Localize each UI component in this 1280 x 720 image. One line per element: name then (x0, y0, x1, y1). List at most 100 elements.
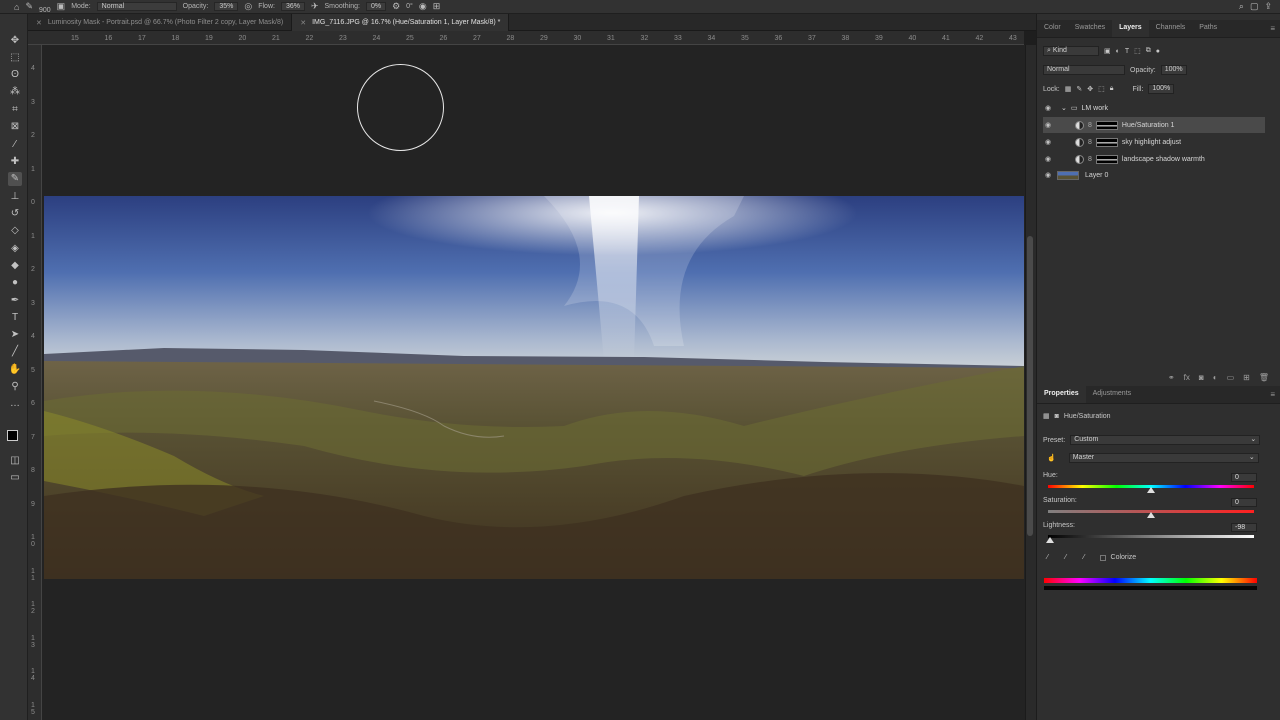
visibility-eye-icon[interactable]: ◉ (1043, 104, 1053, 112)
chain-link-icon[interactable]: 8 (1088, 156, 1092, 163)
mask-icon[interactable]: ◙ (1055, 413, 1059, 420)
foreground-color-swatch[interactable] (7, 430, 18, 441)
quick-selection-tool-icon[interactable]: ⁂ (8, 85, 22, 99)
hue-slider-handle[interactable] (1147, 487, 1155, 493)
saturation-value-field[interactable]: 0 (1231, 498, 1257, 507)
chain-link-icon[interactable]: 8 (1088, 139, 1092, 146)
type-tool-icon[interactable]: T (8, 311, 22, 325)
dodge-tool-icon[interactable]: ● (8, 276, 22, 290)
layer-opacity-field[interactable]: 100% (1160, 65, 1187, 75)
close-icon[interactable]: ✕ (36, 19, 42, 27)
panel-menu-icon[interactable]: ≡ (1270, 390, 1275, 399)
lock-artboard-icon[interactable]: ⬚ (1098, 85, 1105, 93)
layer-mask-thumbnail[interactable] (1095, 137, 1118, 147)
new-group-icon[interactable]: ▭ (1227, 373, 1235, 382)
opacity-field[interactable]: 35% (214, 2, 239, 11)
layer-mask-thumbnail[interactable] (1095, 154, 1118, 164)
filter-type-icon[interactable]: T (1125, 48, 1129, 55)
add-mask-icon[interactable]: ◙ (1199, 373, 1204, 382)
marquee-tool-icon[interactable]: ⬚ (8, 51, 22, 65)
more-tools-icon[interactable]: … (8, 397, 22, 411)
trash-icon[interactable]: 🗑︎ (1259, 373, 1269, 382)
visibility-eye-icon[interactable]: ◉ (1043, 171, 1053, 179)
path-selection-tool-icon[interactable]: ➤ (8, 328, 22, 342)
new-layer-icon[interactable]: ⊞ (1243, 373, 1250, 382)
history-brush-tool-icon[interactable]: ↺ (8, 207, 22, 221)
filter-smart-object-icon[interactable]: ⧉ (1146, 47, 1151, 55)
new-adjustment-icon[interactable]: ◐ (1213, 373, 1218, 382)
hue-value-field[interactable]: 0 (1231, 473, 1257, 482)
layer-sky-highlight-adjust[interactable]: ◉ 8 sky highlight adjust (1043, 134, 1265, 150)
fx-icon[interactable]: fx (1184, 373, 1190, 382)
blur-tool-icon[interactable]: ◆ (8, 259, 22, 273)
preset-select[interactable]: Custom ⌄ (1070, 435, 1261, 445)
filter-pixel-icon[interactable]: ▣ (1104, 47, 1111, 55)
home-icon[interactable]: ⌂ (14, 2, 19, 12)
smoothing-field[interactable]: 0% (365, 2, 387, 11)
layer-group-lm-work[interactable]: ◉ ⌄ ▭ LM work (1043, 100, 1265, 116)
channel-select[interactable]: Master ⌄ (1068, 453, 1259, 463)
eraser-tool-icon[interactable]: ◇ (8, 224, 22, 238)
symmetry-icon[interactable]: ⊞ (433, 1, 441, 12)
targeted-adjustment-hand-icon[interactable]: ☝ (1047, 454, 1056, 462)
angle-field[interactable]: 0° (406, 3, 413, 10)
scrollbar-thumb[interactable] (1027, 236, 1033, 536)
visibility-eye-icon[interactable]: ◉ (1043, 121, 1053, 129)
lock-transparent-icon[interactable]: ▦ (1065, 85, 1072, 93)
lock-position-icon[interactable]: ✥ (1087, 85, 1093, 93)
tab-img-7116[interactable]: ✕ IMG_7116.JPG @ 16.7% (Hue/Saturation 1… (292, 14, 510, 31)
tab-paths[interactable]: Paths (1192, 19, 1224, 37)
filter-toggle-icon[interactable]: ● (1156, 48, 1160, 55)
link-layers-icon[interactable]: ⚭ (1168, 373, 1175, 382)
eyedropper-minus-icon[interactable]: ⁄ (1083, 554, 1084, 561)
chain-link-icon[interactable]: 8 (1088, 122, 1092, 129)
screen-mode-icon[interactable]: ▭ (8, 471, 22, 485)
hand-tool-icon[interactable]: ✋ (8, 363, 22, 377)
filter-shape-icon[interactable]: ⬚ (1134, 47, 1141, 55)
workspace-icon[interactable]: ▢ (1250, 1, 1259, 12)
tab-properties[interactable]: Properties (1037, 385, 1086, 403)
lightness-slider[interactable] (1048, 535, 1254, 538)
share-icon[interactable]: ⇪ (1264, 1, 1272, 12)
pen-tool-icon[interactable]: ✒ (8, 294, 22, 308)
lasso-tool-icon[interactable]: ʘ (8, 68, 22, 82)
blend-mode-select[interactable]: Normal (1043, 65, 1125, 75)
visibility-eye-icon[interactable]: ◉ (1043, 138, 1053, 146)
panel-menu-icon[interactable]: ≡ (1270, 24, 1275, 33)
lock-all-icon[interactable]: 🔒︎ (1110, 85, 1114, 93)
layer-hue-saturation-1[interactable]: ◉ 8 Hue/Saturation 1 (1043, 117, 1265, 133)
pressure-opacity-icon[interactable]: ◎ (244, 1, 252, 12)
eyedropper-plus-icon[interactable]: ⁄ (1065, 554, 1066, 561)
colorize-checkbox[interactable] (1099, 554, 1106, 561)
close-icon[interactable]: ✕ (300, 19, 306, 27)
landscape-photo[interactable] (44, 196, 1024, 579)
airbrush-icon[interactable]: ✈ (311, 1, 319, 12)
quick-mask-icon[interactable]: ◫ (8, 454, 22, 468)
saturation-slider-handle[interactable] (1147, 512, 1155, 518)
tab-channels[interactable]: Channels (1149, 19, 1193, 37)
brush-size[interactable]: 900 (39, 7, 51, 14)
pressure-size-icon[interactable]: ◉ (419, 1, 427, 12)
move-tool-icon[interactable]: ✥ (8, 34, 22, 48)
eyedropper-tool-icon[interactable]: ⁄ (8, 138, 22, 152)
brush-tool-icon[interactable]: ✎ (8, 172, 22, 186)
lightness-slider-handle[interactable] (1046, 537, 1055, 543)
tab-luminosity-mask[interactable]: ✕ Luminosity Mask - Portrait.psd @ 66.7%… (28, 14, 293, 31)
tab-adjustments[interactable]: Adjustments (1086, 385, 1139, 403)
layer-mask-thumbnail[interactable] (1095, 120, 1118, 130)
clone-stamp-tool-icon[interactable]: ⊥ (8, 190, 22, 204)
tab-layers[interactable]: Layers (1112, 19, 1149, 37)
zoom-tool-icon[interactable]: ⚲ (8, 380, 22, 394)
layer-0[interactable]: ◉ Layer 0 (1043, 167, 1265, 183)
crop-tool-icon[interactable]: ⌗ (8, 103, 22, 117)
layer-landscape-shadow-warmth[interactable]: ◉ 8 landscape shadow warmth (1043, 151, 1265, 167)
eyedropper-icon[interactable]: ⁄ (1047, 554, 1048, 561)
paint-bucket-tool-icon[interactable]: ◈ (8, 242, 22, 256)
search-icon[interactable]: ⌕ (1239, 1, 1244, 12)
lightness-value-field[interactable]: -98 (1231, 523, 1257, 532)
filter-adjustment-icon[interactable]: ◐ (1116, 48, 1120, 55)
kind-filter[interactable]: ⌕ Kind (1043, 46, 1099, 56)
mode-select[interactable]: Normal (96, 2, 177, 11)
tab-color[interactable]: Color (1037, 19, 1068, 37)
tab-swatches[interactable]: Swatches (1068, 19, 1112, 37)
